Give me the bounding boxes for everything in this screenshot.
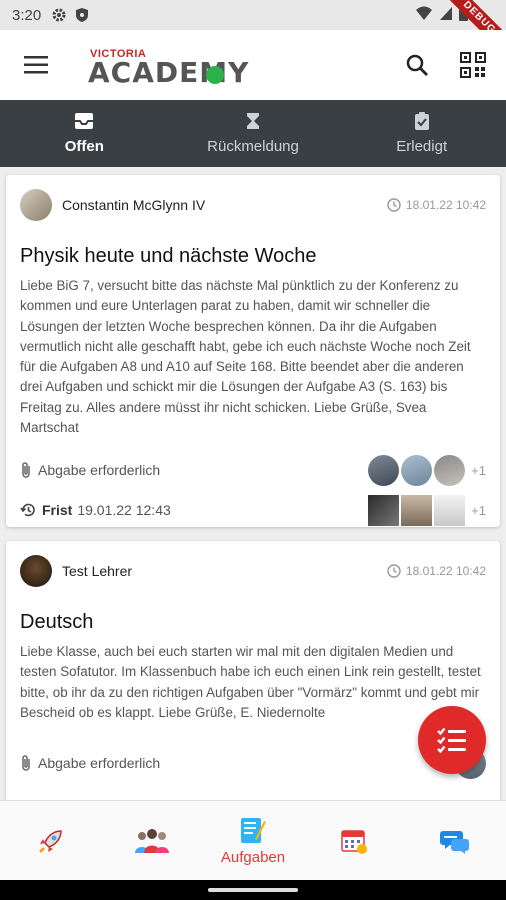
attachment-thumbnails[interactable]: +1 <box>368 494 486 526</box>
logo-text: ACADEMY <box>88 56 250 89</box>
status-time: 3:20 <box>12 6 42 24</box>
shield-icon <box>75 7 89 23</box>
deadline-row: Frist 19.01.22 12:43 +1 <box>20 490 486 530</box>
online-status-dot <box>206 66 224 84</box>
tab-label: Rückmeldung <box>207 138 299 155</box>
attachment-thumbnail[interactable] <box>434 494 466 526</box>
attachment-thumbnail[interactable] <box>401 494 433 526</box>
calendar-icon <box>341 829 368 854</box>
tab-rueckmeldung[interactable]: Rückmeldung <box>169 100 338 167</box>
qr-scan-button[interactable] <box>456 48 490 82</box>
history-icon <box>20 502 36 518</box>
more-recipients-count: +1 <box>471 462 486 478</box>
recipient-avatar <box>401 454 433 486</box>
status-bar: 3:20 DEBUG <box>0 0 506 63</box>
date-text: 18.01.22 10:42 <box>405 564 486 578</box>
bottom-navigation: Aufgaben <box>0 800 506 880</box>
recipient-avatars[interactable]: +1 <box>368 454 486 486</box>
nav-rocket[interactable] <box>0 801 101 880</box>
assignments-icon <box>241 818 266 843</box>
attachment-thumbnail[interactable] <box>368 494 400 526</box>
assignment-body: Liebe Klasse, auch bei euch starten wir … <box>20 644 481 720</box>
avatar <box>20 555 52 587</box>
people-icon <box>134 828 169 853</box>
nav-label: Aufgaben <box>220 849 286 866</box>
avatar <box>20 189 52 221</box>
paperclip-icon <box>20 461 32 479</box>
submission-required: Abgabe erforderlich <box>38 755 161 772</box>
paperclip-icon <box>20 754 32 772</box>
academy-logo: VICTORIA ACADEMY <box>88 40 248 90</box>
submission-required: Abgabe erforderlich <box>38 462 161 479</box>
assignment-title: Physik heute und nächste Woche <box>20 245 317 267</box>
inbox-icon <box>74 112 94 134</box>
hamburger-icon <box>24 56 48 74</box>
clock-icon <box>387 564 401 578</box>
assignment-body: Liebe BiG 7, versucht bitte das nächste … <box>20 278 471 436</box>
recipient-avatar <box>434 454 466 486</box>
tab-label: Offen <box>64 138 104 155</box>
author-name: Constantin McGlynn IV <box>62 197 206 213</box>
recipient-avatar <box>368 454 400 486</box>
hourglass-icon <box>246 112 260 134</box>
submission-row: Abgabe erforderlich <box>20 743 486 783</box>
assignment-title: Deutsch <box>20 611 94 633</box>
clock-icon <box>387 198 401 212</box>
system-navigation-bar <box>0 880 506 900</box>
post-date: 18.01.22 10:42 <box>387 564 486 578</box>
app-bar: VICTORIA ACADEMY <box>0 30 506 100</box>
nav-aufgaben[interactable]: Aufgaben <box>202 801 303 880</box>
gear-icon <box>51 7 67 23</box>
chat-icon <box>440 830 470 854</box>
submission-row: Abgabe erforderlich +1 <box>20 450 486 490</box>
home-gesture-pill[interactable] <box>208 888 298 892</box>
rocket-icon <box>38 829 62 853</box>
signal-icon <box>439 5 453 25</box>
tab-offen[interactable]: Offen <box>0 100 169 167</box>
author-name: Test Lehrer <box>62 563 133 579</box>
more-attachments-count: +1 <box>471 502 486 518</box>
status-tabs: Offen Rückmeldung Erledigt <box>0 100 506 167</box>
task-list-fab[interactable] <box>418 706 486 774</box>
nav-calendar[interactable] <box>304 801 405 880</box>
menu-button[interactable] <box>16 45 56 85</box>
qr-code-icon <box>460 52 486 78</box>
post-date: 18.01.22 10:42 <box>387 198 486 212</box>
deadline-date: 19.01.22 12:43 <box>77 502 171 519</box>
assignment-card[interactable]: Constantin McGlynn IV 18.01.22 10:42 Phy… <box>6 175 500 527</box>
tab-erledigt[interactable]: Erledigt <box>337 100 506 167</box>
nav-chat[interactable] <box>405 801 506 880</box>
tab-label: Erledigt <box>396 138 448 155</box>
checklist-icon <box>437 727 466 753</box>
date-text: 18.01.22 10:42 <box>405 198 486 212</box>
wifi-icon <box>415 5 433 25</box>
nav-people[interactable] <box>101 801 202 880</box>
clipboard-check-icon <box>414 112 430 134</box>
assignment-feed[interactable]: Constantin McGlynn IV 18.01.22 10:42 Phy… <box>0 167 506 800</box>
deadline-label: Frist <box>42 502 73 519</box>
search-button[interactable] <box>400 48 434 82</box>
search-icon <box>406 54 428 76</box>
